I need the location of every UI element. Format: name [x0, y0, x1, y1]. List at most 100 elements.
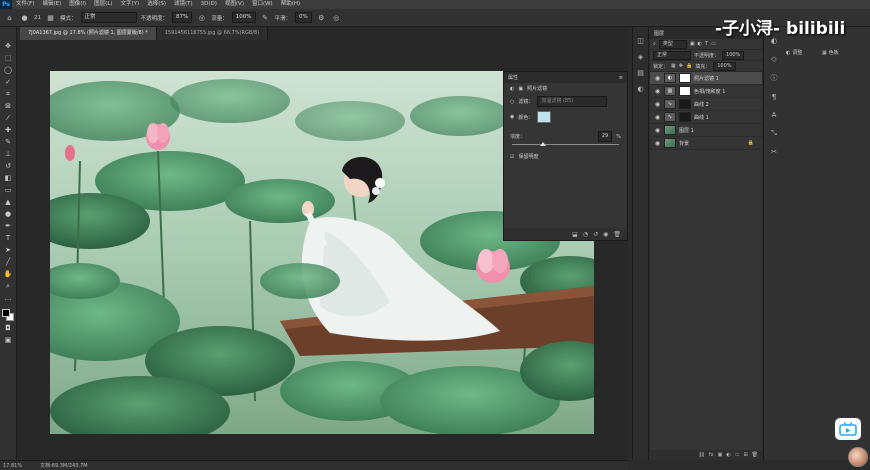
tools-icon[interactable]: ✂: [771, 148, 777, 156]
menu-help[interactable]: 帮助(H): [277, 0, 304, 9]
tab-document-1[interactable]: 7J0A1367.jpg @ 17.8% (照片滤镜 1, 图层蒙版/8) *: [20, 27, 157, 40]
color-swatches[interactable]: [2, 309, 14, 321]
filter-type-icon[interactable]: T: [705, 41, 708, 47]
layer-name[interactable]: 照片滤镜 1: [694, 75, 719, 82]
lock-all-icon[interactable]: 🔒: [686, 63, 692, 69]
visibility-eye-icon[interactable]: ◉: [654, 140, 661, 147]
quick-mask-icon[interactable]: ◘: [3, 323, 14, 333]
opacity-field[interactable]: 87%: [172, 12, 193, 23]
blur-tool-icon[interactable]: ▲: [3, 197, 14, 207]
move-tool-icon[interactable]: ✥: [3, 41, 14, 51]
visibility-eye-icon[interactable]: ◉: [654, 88, 661, 95]
layer-style-icon[interactable]: fx: [709, 452, 714, 458]
filter-search-icon[interactable]: ⌕: [653, 41, 656, 47]
home-icon[interactable]: ⌂: [4, 12, 15, 23]
foreground-color-swatch[interactable]: [2, 309, 10, 317]
filter-adjust-icon[interactable]: ◐: [698, 41, 702, 47]
adjustment-icon[interactable]: ◐: [510, 86, 514, 92]
paths-icon[interactable]: ⤡: [771, 129, 777, 138]
info-icon[interactable]: ⓘ: [771, 73, 778, 83]
layer-name[interactable]: 图层 1: [679, 127, 694, 134]
new-group-icon[interactable]: ▭: [735, 452, 740, 458]
layer-kind-dropdown[interactable]: 类型: [658, 39, 687, 49]
density-slider-thumb[interactable]: [540, 142, 547, 146]
layer-opacity-field[interactable]: 100%: [722, 50, 745, 60]
visibility-eye-icon[interactable]: ◉: [654, 127, 661, 134]
tab-document-2[interactable]: 1591456116755.jpg @ 66.7%(RGB/8): [156, 27, 269, 40]
history-icon[interactable]: ◫: [637, 37, 644, 45]
pressure-opacity-icon[interactable]: ◎: [196, 12, 207, 23]
menu-3d[interactable]: 3D(D): [197, 0, 221, 9]
layer-mask-thumb[interactable]: [679, 86, 691, 96]
line-tool-icon[interactable]: ╱: [3, 257, 14, 267]
hand-tool-icon[interactable]: ✋: [3, 269, 14, 279]
delete-icon[interactable]: 🗑: [613, 231, 621, 238]
pressure-size-icon[interactable]: ◎: [331, 12, 342, 23]
lock-position-icon[interactable]: ✥: [679, 63, 683, 69]
zoom-level[interactable]: 17.81%: [3, 463, 22, 469]
visibility-eye-icon[interactable]: ◉: [654, 114, 661, 121]
crop-tool-icon[interactable]: ⌗: [3, 89, 14, 99]
clip-to-layer-icon[interactable]: ⬓: [572, 231, 578, 238]
layer-name[interactable]: 曲线 2: [694, 101, 709, 108]
quick-select-tool-icon[interactable]: ✓: [3, 77, 14, 87]
layer-row-photo-filter[interactable]: ◉ ◐ 照片滤镜 1: [650, 72, 762, 85]
mode-dropdown[interactable]: 正常: [80, 12, 137, 23]
preserve-luminosity-checkbox[interactable]: ☑: [510, 154, 514, 160]
smooth-field[interactable]: 0%: [295, 12, 312, 23]
layer-row-hue-saturation[interactable]: ◉ ▥ 色相/饱和度 1: [650, 85, 762, 98]
layer-mask-thumb[interactable]: [679, 73, 691, 83]
menu-file[interactable]: 文件(F): [12, 0, 38, 9]
zoom-tool-icon[interactable]: ⌕: [3, 281, 14, 291]
link-layers-icon[interactable]: ⛓: [699, 452, 705, 458]
brush-preset-icon[interactable]: ●: [19, 12, 30, 23]
brush-tool-icon[interactable]: ✎: [3, 137, 14, 147]
eyedropper-tool-icon[interactable]: ⁄: [3, 113, 14, 123]
marquee-tool-icon[interactable]: ⬚: [3, 53, 14, 63]
filter-pixel-icon[interactable]: ▣: [690, 41, 695, 47]
menu-view[interactable]: 视图(V): [221, 0, 248, 9]
menu-type[interactable]: 文字(Y): [117, 0, 144, 9]
pen-tool-icon[interactable]: ✒: [3, 221, 14, 231]
flow-field[interactable]: 100%: [231, 12, 256, 23]
uploader-avatar[interactable]: [848, 447, 868, 467]
density-field[interactable]: 29: [597, 131, 613, 142]
menu-edit[interactable]: 编辑(E): [38, 0, 65, 9]
healing-brush-tool-icon[interactable]: ✚: [3, 125, 14, 135]
brush-size-value[interactable]: 21: [34, 15, 41, 21]
view-previous-icon[interactable]: ◔: [583, 231, 588, 238]
color-radio[interactable]: ◉: [510, 114, 514, 120]
layer-mask-thumb[interactable]: [679, 99, 691, 109]
layer-name[interactable]: 背景: [679, 140, 689, 147]
lasso-tool-icon[interactable]: ◯: [3, 65, 14, 75]
visibility-eye-icon[interactable]: ◉: [654, 101, 661, 108]
layer-row-curves-1[interactable]: ◉ ∿ 曲线 1: [650, 111, 762, 124]
filter-radio[interactable]: ○: [510, 99, 514, 105]
libraries-icon[interactable]: ◇: [771, 55, 776, 63]
reset-icon[interactable]: ↺: [593, 231, 598, 238]
menu-filter[interactable]: 滤镜(T): [170, 0, 197, 9]
clone-stamp-tool-icon[interactable]: ⊥: [3, 149, 14, 159]
layer-row-background[interactable]: ◉ 背景 🔒: [650, 137, 762, 150]
gradient-tool-icon[interactable]: ▭: [3, 185, 14, 195]
type-tool-icon[interactable]: T: [3, 233, 14, 243]
density-slider[interactable]: [512, 142, 619, 146]
adjustments-panel-tab[interactable]: ◐ 调整: [786, 49, 802, 57]
panel-menu-icon[interactable]: ≡: [619, 75, 623, 81]
visibility-eye-icon[interactable]: ◉: [654, 75, 661, 82]
paragraph-icon[interactable]: ¶: [772, 93, 776, 101]
tab-layers[interactable]: 图层: [654, 30, 664, 37]
filter-dropdown[interactable]: 加温滤镜 (85): [537, 96, 608, 107]
layer-row-curves-2[interactable]: ◉ ∿ 曲线 2: [650, 98, 762, 111]
eraser-tool-icon[interactable]: ◧: [3, 173, 14, 183]
menu-image[interactable]: 图像(I): [65, 0, 90, 9]
menu-select[interactable]: 选择(S): [143, 0, 170, 9]
layers-dock-icon[interactable]: ◈: [638, 53, 643, 61]
filter-shape-icon[interactable]: ▭: [711, 41, 716, 47]
lock-pixels-icon[interactable]: ▦: [671, 63, 676, 69]
filter-color-swatch[interactable]: [537, 111, 552, 123]
layer-mask-thumb[interactable]: [679, 112, 691, 122]
mask-icon[interactable]: ▣: [518, 86, 523, 92]
dodge-tool-icon[interactable]: ●: [3, 209, 14, 219]
brush-settings-icon[interactable]: ▦: [45, 12, 56, 23]
